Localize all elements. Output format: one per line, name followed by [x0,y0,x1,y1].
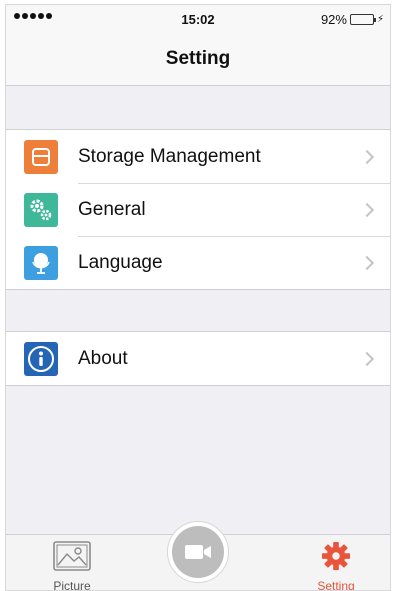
storage-management-label: Storage Management [78,145,261,167]
general-label: General [78,198,146,220]
storage-management-row[interactable]: Storage Management [6,130,390,183]
charging-icon: ⚡ [376,14,384,25]
phone-screen: 15:02 92% ⚡ Setting Storage Management G… [5,4,391,591]
battery-icon [349,14,376,25]
about-label: About [78,347,128,369]
globe-icon [24,245,58,280]
battery-status: 92% ⚡ [321,12,384,27]
tab-setting-label: Setting [317,579,355,591]
general-row[interactable]: General [6,183,390,236]
gear-icon [321,541,351,571]
tab-bar: Picture Setting [6,521,390,591]
chevron-right-icon [359,149,375,164]
chevron-right-icon [359,255,375,270]
tab-picture-label: Picture [53,579,91,591]
status-bar: 15:02 92% ⚡ [6,5,390,33]
navigation-bar: Setting [6,33,390,86]
storage-icon [24,139,58,174]
chevron-right-icon [359,351,375,366]
gears-icon [24,192,58,227]
tab-picture[interactable]: Picture [32,541,112,591]
language-label: Language [78,251,163,273]
page-title: Setting [165,48,231,69]
battery-percent: 92% [320,12,347,27]
about-row[interactable]: About [6,332,390,385]
language-row[interactable]: Language [6,236,390,289]
settings-group-about: About [6,331,390,386]
video-camera-icon [185,545,211,559]
tab-setting[interactable]: Setting [296,541,376,591]
record-button[interactable] [167,521,229,583]
record-button-inner [172,526,224,578]
picture-icon [53,541,91,571]
settings-group-main: Storage Management General Language [6,129,390,290]
info-icon [24,341,58,376]
chevron-right-icon [359,202,375,217]
